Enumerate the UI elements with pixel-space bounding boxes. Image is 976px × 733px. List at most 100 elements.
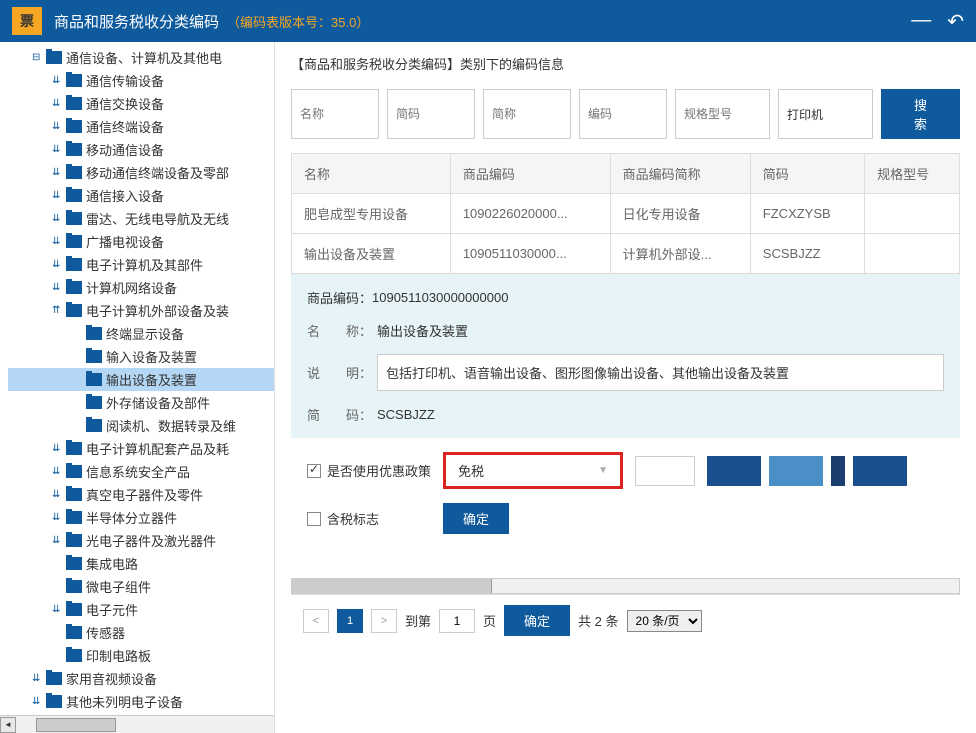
scroll-left-icon[interactable]: ◄ <box>0 717 16 733</box>
folder-icon <box>86 373 102 386</box>
tree-item[interactable]: 传感器 <box>8 621 274 644</box>
folder-icon <box>66 189 82 202</box>
tree-item[interactable]: ⇊ 电子计算机配套产品及耗 <box>8 437 274 460</box>
tree-item[interactable]: ⊟通信设备、计算机及其他电 <box>8 46 274 69</box>
tree-item[interactable]: ⇊ 广播电视设备 <box>8 230 274 253</box>
expand-icon[interactable]: ⇊ <box>52 121 66 132</box>
search-code-input[interactable] <box>579 89 667 139</box>
tree-item[interactable]: 终端显示设备 <box>8 322 274 345</box>
tree-label: 阅读机、数据转录及维 <box>106 416 236 435</box>
tree-label: 计算机网络设备 <box>86 278 177 297</box>
collapse-icon[interactable]: ⇈ <box>52 305 66 316</box>
search-spec-input[interactable] <box>675 89 770 139</box>
tree-item[interactable]: ⇊通信终端设备 <box>8 115 274 138</box>
back-icon[interactable]: ↶ <box>947 9 964 34</box>
folder-icon <box>86 419 102 432</box>
breadcrumb: 【商品和服务税收分类编码】类别下的编码信息 <box>291 54 960 73</box>
tree-item[interactable]: ⇊ 光电子器件及激光器件 <box>8 529 274 552</box>
tree-item[interactable]: ⇊半导体分立器件 <box>8 506 274 529</box>
tree-item[interactable]: ⇊ 雷达、无线电导航及无线 <box>8 207 274 230</box>
tree-item[interactable]: ⇊通信传输设备 <box>8 69 274 92</box>
extra-input-1[interactable] <box>635 456 695 486</box>
table-row[interactable]: 肥皂成型专用设备1090226020000...日化专用设备FZCXZYSB <box>292 194 960 234</box>
scroll-thumb[interactable] <box>292 579 492 593</box>
pager-page-input[interactable] <box>439 609 475 633</box>
folder-icon <box>66 557 82 570</box>
folder-icon <box>66 235 82 248</box>
expand-icon[interactable]: ⇊ <box>52 167 66 178</box>
expand-icon[interactable]: ⇊ <box>52 236 66 247</box>
search-name-input[interactable] <box>291 89 379 139</box>
tree-label: 广播电视设备 <box>86 232 164 251</box>
expand-icon[interactable]: ⇊ <box>52 443 66 454</box>
tree-item[interactable]: ⇊移动通信设备 <box>8 138 274 161</box>
pager-size-select[interactable]: 20 条/页 <box>627 610 702 632</box>
expand-icon[interactable]: ⇊ <box>52 144 66 155</box>
tree-item[interactable]: 微电子组件 <box>8 575 274 598</box>
search-keyword-input[interactable] <box>778 89 873 139</box>
search-shortcode-input[interactable] <box>387 89 475 139</box>
expand-icon[interactable]: ⇊ <box>52 604 66 615</box>
expand-icon[interactable]: ⇊ <box>52 535 66 546</box>
table-header: 商品编码 <box>450 154 610 194</box>
expand-icon[interactable]: ⇊ <box>52 98 66 109</box>
tree-item[interactable]: ⇊通信交换设备 <box>8 92 274 115</box>
pager-confirm-button[interactable]: 确定 <box>504 605 570 636</box>
pager-page-1[interactable]: 1 <box>337 609 363 633</box>
folder-icon <box>66 626 82 639</box>
tree-label: 电子计算机配套产品及耗 <box>86 439 229 458</box>
expand-icon[interactable]: ⇊ <box>52 75 66 86</box>
expand-icon[interactable]: ⇊ <box>52 282 66 293</box>
minimize-icon[interactable]: — <box>911 9 931 34</box>
expand-icon[interactable]: ⇊ <box>52 489 66 500</box>
scroll-thumb[interactable] <box>36 718 116 732</box>
tree-item[interactable]: 阅读机、数据转录及维 <box>8 414 274 437</box>
tree-item[interactable]: ⇊家用音视频设备 <box>8 667 274 690</box>
tree-label: 雷达、无线电导航及无线 <box>86 209 229 228</box>
tax-flag-checkbox[interactable]: 含税标志 <box>307 509 379 528</box>
use-policy-checkbox[interactable]: 是否使用优惠政策 <box>307 461 431 480</box>
search-abbr-input[interactable] <box>483 89 571 139</box>
tree-item[interactable]: ⇈电子计算机外部设备及装 <box>8 299 274 322</box>
table-header: 名称 <box>292 154 451 194</box>
expand-icon[interactable]: ⇊ <box>52 466 66 477</box>
expand-icon[interactable]: ⇊ <box>32 673 46 684</box>
table-cell <box>865 194 960 234</box>
sidebar-hscroll[interactable]: ◄ <box>0 715 274 733</box>
expand-icon[interactable]: ⇊ <box>52 512 66 523</box>
table-cell: 1090226020000... <box>450 194 610 234</box>
content-hscroll[interactable] <box>291 578 960 594</box>
search-button[interactable]: 搜索 <box>881 89 960 139</box>
tree-item[interactable]: 印制电路板 <box>8 644 274 667</box>
expand-icon[interactable]: ⇊ <box>52 259 66 270</box>
tree-label: 光电子器件及激光器件 <box>86 531 216 550</box>
tree-item[interactable]: 外存储设备及部件 <box>8 391 274 414</box>
folder-icon <box>66 281 82 294</box>
tree-item[interactable]: ⇊电子元件 <box>8 598 274 621</box>
tree-item[interactable]: ⇊电子计算机及其部件 <box>8 253 274 276</box>
tree-item[interactable]: ⇊移动通信终端设备及零部 <box>8 161 274 184</box>
policy-confirm-button[interactable]: 确定 <box>443 503 509 534</box>
tree-item[interactable]: ⇊信息系统安全产品 <box>8 460 274 483</box>
tree-item[interactable]: ⇊ 其他未列明电子设备 <box>8 690 274 710</box>
folder-icon <box>66 143 82 156</box>
expand-icon[interactable]: ⇊ <box>32 696 46 707</box>
tree-item[interactable]: ⇊通信接入设备 <box>8 184 274 207</box>
expand-icon[interactable]: ⇊ <box>52 213 66 224</box>
table-row[interactable]: 输出设备及装置1090511030000...计算机外部设...SCSBJZZ <box>292 234 960 274</box>
collapse-icon[interactable]: ⊟ <box>32 52 46 63</box>
tree-item[interactable]: ⇊ 计算机网络设备 <box>8 276 274 299</box>
policy-select[interactable]: 免税 ▼ <box>443 452 623 489</box>
tree-label: 终端显示设备 <box>106 324 184 343</box>
expand-icon[interactable]: ⇊ <box>52 190 66 201</box>
pager-prev-button[interactable]: < <box>303 609 329 633</box>
tree-label: 其他未列明电子设备 <box>66 692 183 710</box>
detail-desc-value[interactable]: 包括打印机、语音输出设备、图形图像输出设备、其他输出设备及装置 <box>377 354 944 391</box>
tree-item[interactable]: ⇊真空电子器件及零件 <box>8 483 274 506</box>
folder-icon <box>66 74 82 87</box>
tree-label: 输入设备及装置 <box>106 347 197 366</box>
tree-item[interactable]: 输出设备及装置 <box>8 368 274 391</box>
tree-item[interactable]: 集成电路 <box>8 552 274 575</box>
tree-item[interactable]: 输入设备及装置 <box>8 345 274 368</box>
pager-next-button[interactable]: > <box>371 609 397 633</box>
